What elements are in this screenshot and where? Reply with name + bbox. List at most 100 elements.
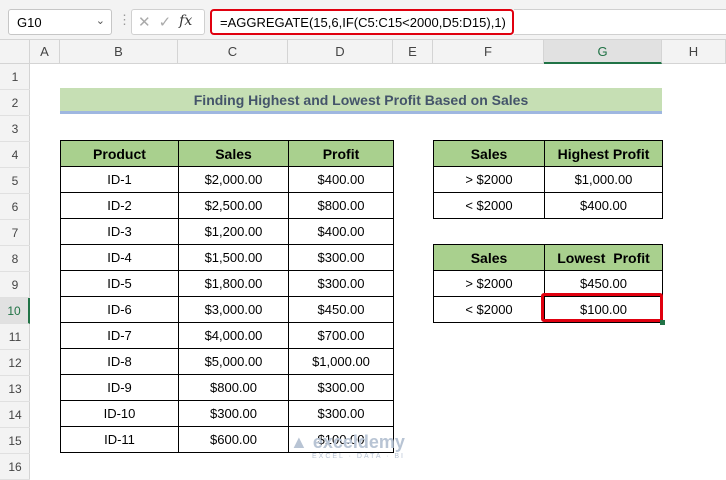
table-row: ID-1 $2,000.00 $400.00 bbox=[60, 166, 394, 193]
row-header[interactable]: 6 bbox=[0, 194, 30, 220]
row-header[interactable]: 12 bbox=[0, 350, 30, 376]
cell[interactable]: ID-2 bbox=[60, 192, 179, 219]
cell[interactable]: < $2000 bbox=[433, 296, 545, 323]
cell[interactable]: > $2000 bbox=[433, 166, 545, 193]
row-header[interactable]: 1 bbox=[0, 64, 30, 90]
table-row: < $2000 $400.00 bbox=[433, 192, 663, 219]
insert-function-icon[interactable]: fx bbox=[179, 13, 192, 31]
header-sales[interactable]: Sales bbox=[433, 244, 545, 271]
fill-handle[interactable] bbox=[660, 320, 665, 325]
row-header[interactable]: 8 bbox=[0, 246, 30, 272]
active-cell-highlight bbox=[541, 293, 663, 322]
cell[interactable]: $3,000.00 bbox=[178, 296, 289, 323]
row-header[interactable]: 16 bbox=[0, 454, 30, 480]
row-header[interactable]: 9 bbox=[0, 272, 30, 298]
row-header[interactable]: 2 bbox=[0, 90, 30, 116]
cell[interactable]: ID-1 bbox=[60, 166, 179, 193]
table-row: ID-8 $5,000.00 $1,000.00 bbox=[60, 348, 394, 375]
formula-buttons: ✕ ✓ fx bbox=[131, 9, 205, 35]
cell[interactable]: $450.00 bbox=[288, 296, 394, 323]
table-row: ID-4 $1,500.00 $300.00 bbox=[60, 244, 394, 271]
column-header[interactable]: G bbox=[544, 40, 662, 64]
product-table: Product Sales Profit ID-1 $2,000.00 $400.0… bbox=[60, 140, 394, 453]
cell[interactable]: $2,500.00 bbox=[178, 192, 289, 219]
cell[interactable]: ID-9 bbox=[60, 374, 179, 401]
cell[interactable]: > $2000 bbox=[433, 270, 545, 297]
row-header[interactable]: 14 bbox=[0, 402, 30, 428]
header-lowest-profit[interactable]: Lowest Profit bbox=[544, 244, 663, 271]
formula-bar-area: G10 ⌄ ⋮ ✕ ✓ fx =AGGREGATE(15,6,IF(C5:C15<20… bbox=[0, 0, 726, 40]
column-header[interactable]: H bbox=[662, 40, 726, 64]
cell[interactable]: ID-3 bbox=[60, 218, 179, 245]
select-all-corner[interactable] bbox=[0, 40, 30, 64]
cell[interactable]: $600.00 bbox=[178, 426, 289, 453]
name-box[interactable]: G10 ⌄ bbox=[8, 9, 112, 35]
column-header[interactable]: C bbox=[178, 40, 288, 64]
watermark-logo: ▲ exceldemy EXCEL · DATA · BI bbox=[290, 432, 405, 460]
chevron-down-icon[interactable]: ⌄ bbox=[96, 14, 105, 27]
formula-input-extension[interactable] bbox=[514, 9, 726, 35]
cell[interactable]: $300.00 bbox=[178, 400, 289, 427]
cell[interactable]: $5,000.00 bbox=[178, 348, 289, 375]
cell[interactable]: $800.00 bbox=[288, 192, 394, 219]
table-row: ID-2 $2,500.00 $800.00 bbox=[60, 192, 394, 219]
column-headers: A B C D E F G H bbox=[0, 40, 726, 64]
cell[interactable]: $400.00 bbox=[288, 218, 394, 245]
cell[interactable]: ID-10 bbox=[60, 400, 179, 427]
cell[interactable]: ID-7 bbox=[60, 322, 179, 349]
row-header[interactable]: 5 bbox=[0, 168, 30, 194]
column-header[interactable]: D bbox=[288, 40, 393, 64]
row-header[interactable]: 4 bbox=[0, 142, 30, 168]
cell[interactable]: < $2000 bbox=[433, 192, 545, 219]
highest-profit-table: Sales Highest Profit > $2000 $1,000.00 < … bbox=[433, 140, 663, 219]
column-header[interactable]: E bbox=[393, 40, 433, 64]
cell[interactable]: ID-6 bbox=[60, 296, 179, 323]
header-product[interactable]: Product bbox=[60, 140, 179, 167]
cell[interactable]: ID-8 bbox=[60, 348, 179, 375]
table-row: ID-3 $1,200.00 $400.00 bbox=[60, 218, 394, 245]
cell[interactable]: ID-5 bbox=[60, 270, 179, 297]
cell[interactable]: $300.00 bbox=[288, 270, 394, 297]
name-box-value: G10 bbox=[17, 15, 42, 30]
enter-icon[interactable]: ✓ bbox=[159, 13, 172, 31]
column-header[interactable]: B bbox=[60, 40, 178, 64]
row-header[interactable]: 3 bbox=[0, 116, 30, 142]
formula-input[interactable]: =AGGREGATE(15,6,IF(C5:C15<2000,D5:D15),1… bbox=[210, 9, 514, 35]
cell[interactable]: $700.00 bbox=[288, 322, 394, 349]
cell[interactable]: $4,000.00 bbox=[178, 322, 289, 349]
row-header[interactable]: 10 bbox=[0, 298, 30, 324]
cell[interactable]: ID-4 bbox=[60, 244, 179, 271]
row-headers: 1 2 3 4 5 6 7 8 9 10 11 12 13 14 15 16 bbox=[0, 64, 30, 480]
more-icon: ⋮ bbox=[118, 12, 131, 27]
cell[interactable]: $300.00 bbox=[288, 374, 394, 401]
cell[interactable]: $400.00 bbox=[544, 192, 663, 219]
table-row: ID-7 $4,000.00 $700.00 bbox=[60, 322, 394, 349]
table-row: > $2000 $1,000.00 bbox=[433, 166, 663, 193]
header-sales[interactable]: Sales bbox=[433, 140, 545, 167]
header-profit[interactable]: Profit bbox=[288, 140, 394, 167]
cell[interactable]: $400.00 bbox=[288, 166, 394, 193]
cell[interactable]: $1,000.00 bbox=[544, 166, 663, 193]
row-header[interactable]: 13 bbox=[0, 376, 30, 402]
column-header[interactable]: A bbox=[30, 40, 60, 64]
table-row: ID-9 $800.00 $300.00 bbox=[60, 374, 394, 401]
row-header[interactable]: 7 bbox=[0, 220, 30, 246]
column-header[interactable]: F bbox=[433, 40, 544, 64]
cell[interactable]: $1,000.00 bbox=[288, 348, 394, 375]
cell[interactable]: $1,200.00 bbox=[178, 218, 289, 245]
table-row: ID-10 $300.00 $300.00 bbox=[60, 400, 394, 427]
cell[interactable]: $300.00 bbox=[288, 400, 394, 427]
cell[interactable]: ID-11 bbox=[60, 426, 179, 453]
table-row: ID-5 $1,800.00 $300.00 bbox=[60, 270, 394, 297]
sheet-title: Finding Highest and Lowest Profit Based … bbox=[60, 88, 662, 114]
row-header[interactable]: 15 bbox=[0, 428, 30, 454]
header-highest-profit[interactable]: Highest Profit bbox=[544, 140, 663, 167]
header-sales[interactable]: Sales bbox=[178, 140, 289, 167]
cell[interactable]: $1,500.00 bbox=[178, 244, 289, 271]
cell[interactable]: $800.00 bbox=[178, 374, 289, 401]
cell[interactable]: $1,800.00 bbox=[178, 270, 289, 297]
cell[interactable]: $2,000.00 bbox=[178, 166, 289, 193]
cancel-icon[interactable]: ✕ bbox=[138, 13, 151, 31]
row-header[interactable]: 11 bbox=[0, 324, 30, 350]
cell[interactable]: $300.00 bbox=[288, 244, 394, 271]
